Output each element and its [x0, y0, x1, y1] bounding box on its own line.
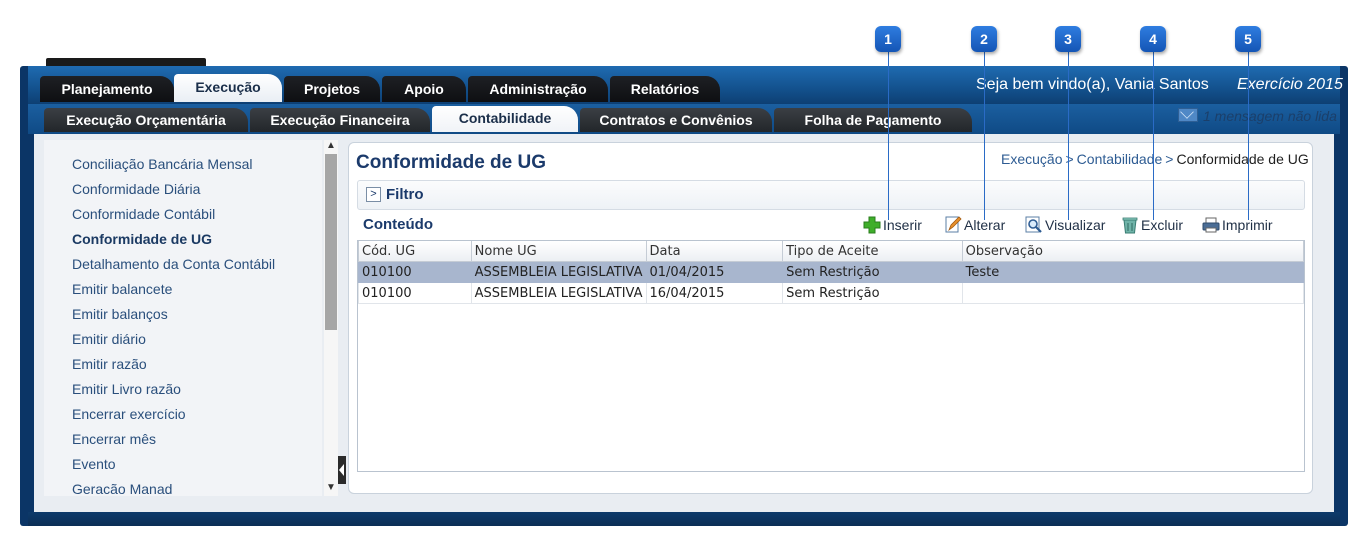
sidebar-item-emitir-razao[interactable]: Emitir razão: [72, 356, 147, 372]
view-button[interactable]: Visualizar: [1025, 214, 1105, 236]
cell-nome-ug: ASSEMBLEIA LEGISLATIVA: [470, 261, 647, 283]
cell-nome-ug: ASSEMBLEIA LEGISLATIVA: [470, 282, 647, 304]
callout-badge: 4: [1140, 26, 1166, 52]
breadcrumb-contabilidade[interactable]: Contabilidade: [1077, 151, 1163, 167]
sidebar-item-emitir-balancos[interactable]: Emitir balanços: [72, 306, 168, 322]
breadcrumb-separator: >: [1165, 151, 1174, 167]
breadcrumb: Execução > Contabilidade > Conformidade de U…: [1001, 151, 1309, 167]
collapse-sidebar-handle[interactable]: [338, 456, 346, 484]
page-title: Conformidade de UG: [356, 152, 547, 173]
content-bottom-bar: [28, 512, 1340, 526]
cell-observacao: [961, 282, 1305, 304]
callout-line: [1153, 50, 1154, 220]
column-header-cod-ug[interactable]: Cód. UG: [358, 241, 472, 262]
filter-label[interactable]: Filtro: [386, 186, 424, 203]
column-header-tipo-aceite[interactable]: Tipo de Aceite: [782, 241, 963, 262]
tab-projetos[interactable]: Projetos: [284, 76, 380, 102]
breadcrumb-execucao[interactable]: Execução: [1001, 151, 1062, 167]
tab-execucao[interactable]: Execução: [174, 74, 282, 102]
trash-icon: [1122, 217, 1138, 234]
sidebar-item-detalhamento-conta[interactable]: Detalhamento da Conta Contábil: [72, 256, 275, 272]
subtab-execucao-financeira[interactable]: Execução Financeira: [250, 108, 430, 132]
tab-planejamento[interactable]: Planejamento: [40, 76, 174, 102]
print-button[interactable]: Imprimir: [1202, 214, 1273, 236]
data-table: Cód. UG Nome UG Data Tipo de Aceite Obse…: [357, 240, 1305, 472]
column-header-nome-ug[interactable]: Nome UG: [470, 241, 647, 262]
exercise-year: Exercício 2015: [1237, 76, 1343, 93]
scroll-thumb[interactable]: [325, 154, 337, 330]
sidebar-item-conformidade-diaria[interactable]: Conformidade Diária: [72, 181, 200, 197]
cell-data: 16/04/2015: [645, 282, 784, 304]
subtab-execucao-orcamentaria[interactable]: Execução Orçamentária: [44, 108, 248, 132]
subtab-folha-pagamento[interactable]: Folha de Pagamento: [774, 108, 972, 132]
scroll-up-icon[interactable]: ▲: [326, 140, 336, 151]
chevron-right-icon[interactable]: >: [366, 187, 381, 202]
breadcrumb-current: Conformidade de UG: [1176, 151, 1309, 167]
edit-button[interactable]: Alterar: [944, 214, 1005, 236]
subtab-contratos-convenios[interactable]: Contratos e Convênios: [580, 108, 772, 132]
cell-observacao: Teste: [961, 261, 1305, 283]
sidebar-item-emitir-livro-razao[interactable]: Emitir Livro razão: [72, 381, 181, 397]
tab-apoio[interactable]: Apoio: [382, 76, 466, 102]
sidebar-item-evento[interactable]: Evento: [72, 456, 116, 472]
sidebar-item-encerrar-mes[interactable]: Encerrar mês: [72, 431, 156, 447]
sidebar-item-conformidade-ug[interactable]: Conformidade de UG: [72, 231, 212, 247]
callout-badge: 5: [1235, 26, 1261, 52]
cell-tipo-aceite: Sem Restrição: [782, 282, 963, 304]
table-row[interactable]: 010100 ASSEMBLEIA LEGISLATIVA 16/04/2015…: [358, 282, 1305, 304]
tab-administracao[interactable]: Administração: [468, 76, 608, 102]
content-label: Conteúdo: [363, 216, 433, 233]
callout-badge: 2: [971, 26, 997, 52]
insert-button[interactable]: Inserir: [863, 214, 922, 236]
cell-cod-ug: 010100: [358, 261, 472, 283]
tab-relatorios[interactable]: Relatórios: [610, 76, 720, 102]
sidebar-item-emitir-balancete[interactable]: Emitir balancete: [72, 281, 172, 297]
sidebar-item-conformidade-contabil[interactable]: Conformidade Contábil: [72, 206, 215, 222]
sidebar-item-encerrar-exercicio[interactable]: Encerrar exercício: [72, 406, 186, 422]
view-label: Visualizar: [1045, 217, 1106, 233]
callout-line: [1248, 50, 1249, 220]
cell-cod-ug: 010100: [358, 282, 472, 304]
callout-line: [1068, 50, 1069, 220]
column-header-data[interactable]: Data: [645, 241, 784, 262]
scroll-down-icon[interactable]: ▼: [326, 482, 336, 493]
filter-bar[interactable]: > Filtro: [357, 180, 1305, 210]
callout-line: [888, 50, 889, 220]
edit-icon: [945, 216, 962, 233]
cell-data: 01/04/2015: [645, 261, 784, 283]
sidebar-item-geracao-manad[interactable]: Geracão Manad: [72, 481, 172, 496]
sidebar-scrollbar[interactable]: ▲ ▼: [324, 140, 338, 496]
plus-icon: [863, 216, 881, 234]
messages-label: 1 mensagem não lida: [1203, 108, 1337, 124]
welcome-text: Seja bem vindo(a), Vania Santos: [976, 76, 1209, 93]
sidebar-item-emitir-diario[interactable]: Emitir diário: [72, 331, 146, 347]
callout-line: [984, 50, 985, 220]
callout-badge: 1: [875, 26, 901, 52]
table-row[interactable]: 010100 ASSEMBLEIA LEGISLATIVA 01/04/2015…: [358, 261, 1305, 283]
unread-messages-link[interactable]: 1 mensagem não lida: [1178, 108, 1337, 124]
cell-tipo-aceite: Sem Restrição: [782, 261, 963, 283]
column-header-observacao[interactable]: Observação: [961, 241, 1305, 262]
envelope-icon: [1178, 108, 1198, 122]
sidebar-item-conciliacao-bancaria[interactable]: Conciliação Bancária Mensal: [72, 156, 253, 172]
printer-icon: [1202, 217, 1220, 233]
content-header: Conteúdo Inserir Alterar Visualizar Excl…: [357, 212, 1303, 238]
breadcrumb-separator: >: [1065, 151, 1074, 167]
sidebar-menu: Conciliação Bancária Mensal Conformidade…: [44, 140, 322, 496]
callout-badge: 3: [1055, 26, 1081, 52]
magnifier-icon: [1025, 216, 1042, 233]
delete-label: Excluir: [1141, 217, 1184, 233]
subtab-contabilidade[interactable]: Contabilidade: [432, 106, 578, 132]
delete-button[interactable]: Excluir: [1121, 214, 1183, 236]
